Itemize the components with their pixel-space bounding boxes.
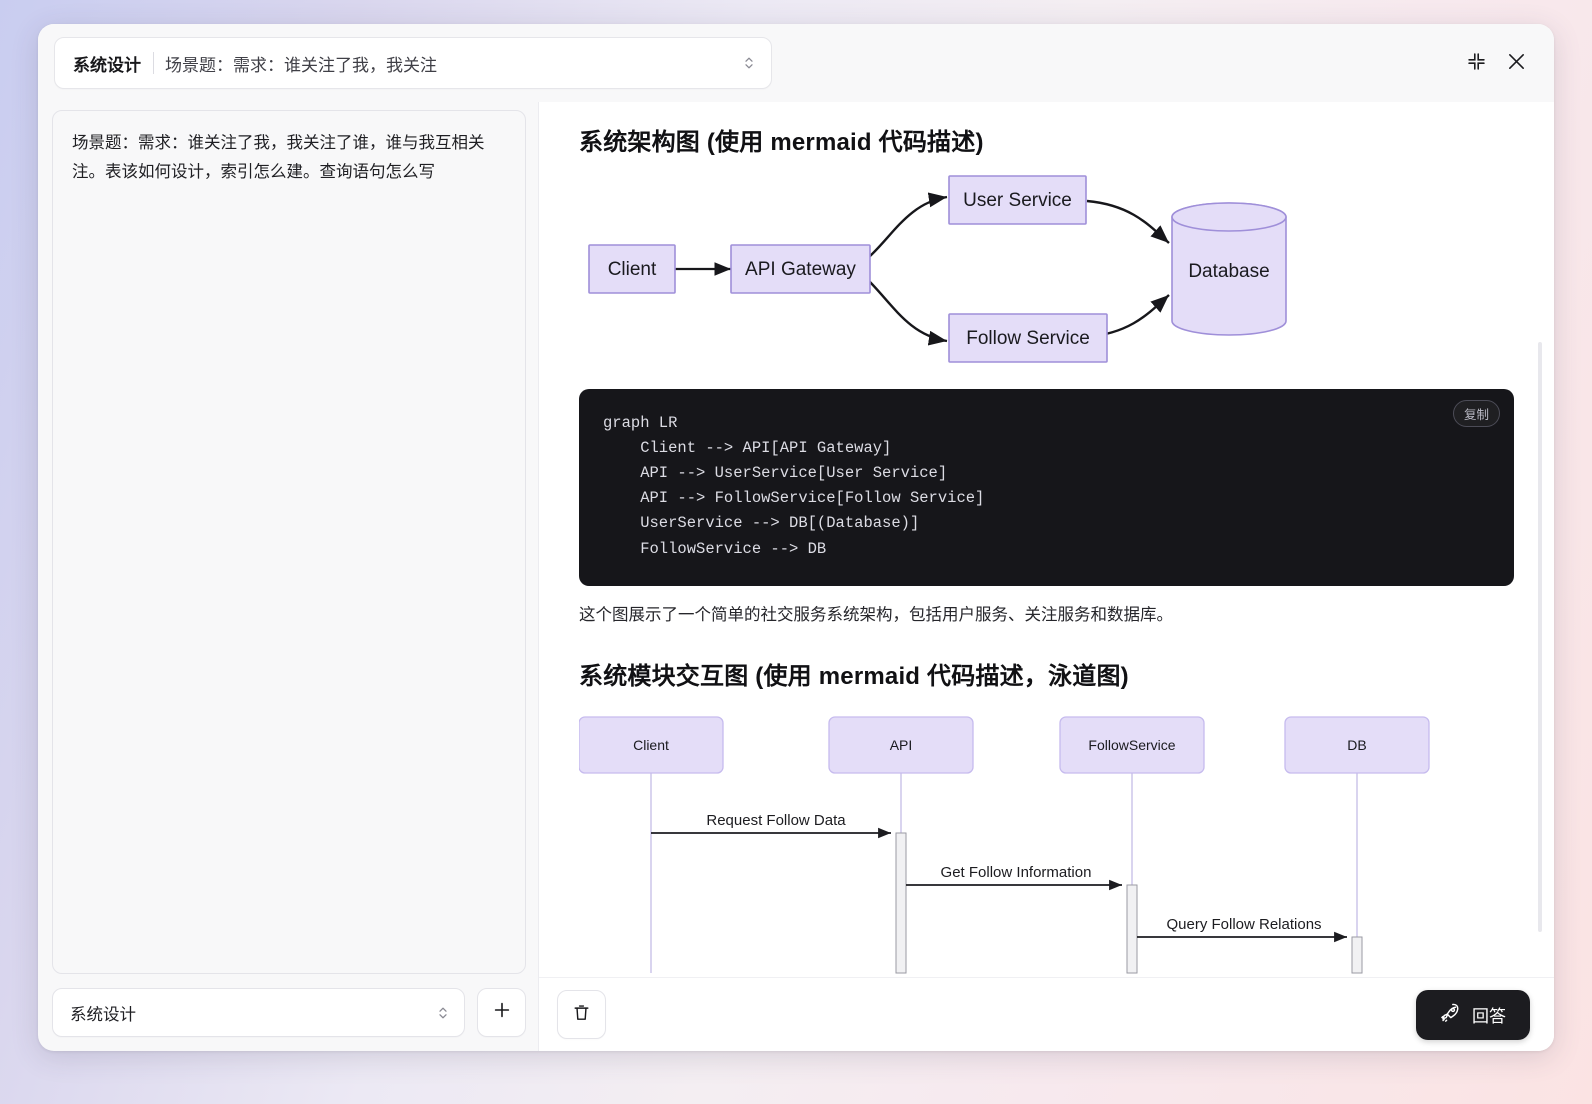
svg-text:Request Follow Data: Request Follow Data [706, 812, 846, 829]
vertical-scrollbar[interactable] [1538, 342, 1542, 932]
category-select-value: 系统设计 [70, 1005, 136, 1024]
chevron-updown-icon[interactable] [741, 51, 757, 75]
activation-db [1351, 936, 1363, 974]
title-category-label: 系统设计 [73, 55, 141, 75]
svg-text:Database: Database [1188, 261, 1269, 282]
trash-icon [572, 1003, 591, 1027]
plus-icon [492, 1000, 512, 1025]
category-select[interactable]: 系统设计 [52, 988, 465, 1037]
sequence-diagram-svg: Client API FollowService DB Request Foll… [579, 716, 1430, 974]
svg-text:Client: Client [608, 259, 657, 280]
activation-api [895, 832, 907, 974]
node-follow-service: Follow Service [948, 313, 1108, 363]
answer-button[interactable]: 回答 [1416, 989, 1530, 1040]
svg-text:Query Follow Relations: Query Follow Relations [1166, 916, 1321, 933]
svg-text:User Service: User Service [963, 190, 1072, 211]
title-divider [153, 52, 154, 74]
message-query-follow-relations: Query Follow Relations [1137, 916, 1348, 943]
svg-text:DB: DB [1347, 737, 1366, 753]
answer-button-label: 回答 [1472, 1007, 1506, 1026]
svg-text:FollowService: FollowService [1088, 737, 1175, 753]
title-bar: 系统设计 场景题：需求：谁关注了我，我关注 [38, 24, 1554, 102]
app-window: 系统设计 场景题：需求：谁关注了我，我关注 场景题：需求：谁关注了我，我关注了谁… [38, 24, 1554, 1051]
answer-scroll-area[interactable]: 系统架构图 (使用 mermaid 代码描述) Client API Gatew… [539, 102, 1554, 977]
sequence-diagram: Client API FollowService DB Request Foll… [579, 705, 1514, 977]
main-split: 场景题：需求：谁关注了我，我关注了谁，谁与我互相关注。表该如何设计，索引怎么建。… [38, 102, 1554, 1051]
node-api-gateway: API Gateway [730, 244, 871, 294]
svg-text:API: API [890, 737, 913, 753]
node-client: Client [588, 244, 676, 294]
message-request-follow-data: Request Follow Data [651, 812, 892, 839]
title-scenario-text: 场景题：需求：谁关注了我，我关注 [165, 55, 437, 75]
edge-api-userservice [868, 192, 948, 258]
copy-code-button[interactable]: 复制 [1452, 400, 1500, 427]
delete-button[interactable] [557, 990, 606, 1039]
svg-text:API Gateway: API Gateway [745, 259, 856, 280]
message-get-follow-information: Get Follow Information [906, 864, 1123, 891]
left-footer: 系统设计 [52, 988, 526, 1037]
participant-client: Client [579, 716, 724, 774]
node-database: Database [1171, 202, 1287, 336]
mermaid-code-block: 复制 graph LR Client --> API[API Gateway] … [579, 389, 1514, 586]
collapse-icon [1467, 52, 1486, 74]
prompt-textarea[interactable]: 场景题：需求：谁关注了我，我关注了谁，谁与我互相关注。表该如何设计，索引怎么建。… [52, 110, 526, 974]
collapse-icon-button[interactable] [1456, 43, 1496, 83]
edge-userservice-db [1086, 199, 1170, 244]
participant-followservice: FollowService [1059, 716, 1205, 774]
answer-footer: 回答 [539, 977, 1554, 1051]
close-button[interactable] [1496, 43, 1536, 83]
architecture-diagram-svg: Client API Gateway User Service Follow S… [588, 175, 1287, 363]
architecture-section-title: 系统架构图 (使用 mermaid 代码描述) [579, 129, 984, 156]
architecture-diagram: Client API Gateway User Service Follow S… [579, 169, 1514, 369]
sequence-section-title: 系统模块交互图 (使用 mermaid 代码描述，泳道图) [579, 663, 1129, 691]
edge-api-followservice [868, 280, 948, 346]
svg-text:Client: Client [633, 737, 669, 753]
mermaid-code-text: graph LR Client --> API[API Gateway] API… [603, 414, 985, 558]
architecture-caption: 这个图展示了一个简单的社交服务系统架构，包括用户服务、关注服务和数据库。 [579, 605, 1173, 624]
activation-followservice [1126, 884, 1138, 974]
participant-api: API [828, 716, 974, 774]
scenario-title-field[interactable]: 系统设计 场景题：需求：谁关注了我，我关注 [54, 37, 772, 89]
svg-text:Follow Service: Follow Service [966, 328, 1090, 349]
rocket-icon [1440, 1002, 1461, 1028]
answer-panel: 系统架构图 (使用 mermaid 代码描述) Client API Gatew… [538, 102, 1554, 1051]
left-panel: 场景题：需求：谁关注了我，我关注了谁，谁与我互相关注。表该如何设计，索引怎么建。… [38, 102, 538, 1051]
add-scenario-button[interactable] [477, 988, 526, 1037]
node-user-service: User Service [948, 175, 1087, 225]
close-icon [1506, 51, 1527, 75]
svg-text:Get Follow Information: Get Follow Information [941, 864, 1092, 881]
participant-db: DB [1284, 716, 1430, 774]
chevron-updown-icon [435, 1001, 451, 1025]
